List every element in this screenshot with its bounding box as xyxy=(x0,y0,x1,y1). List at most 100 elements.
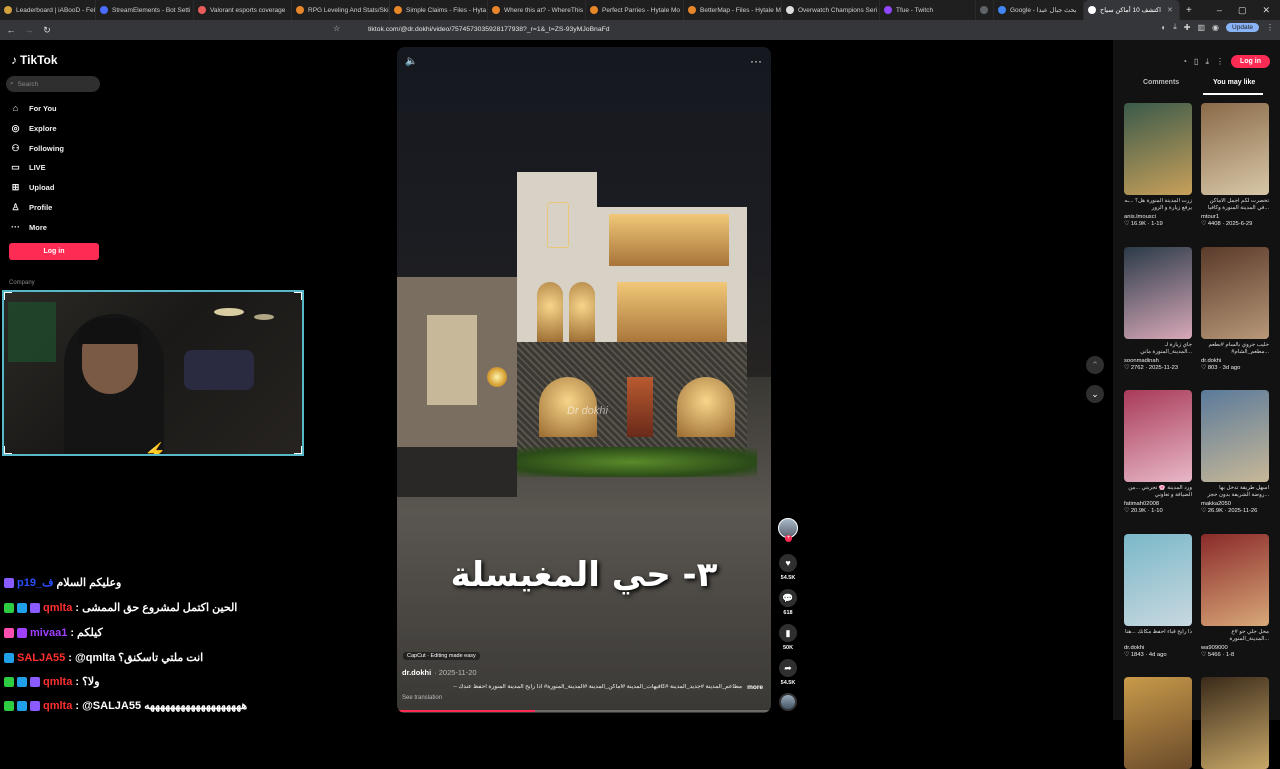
login-button[interactable]: Log in xyxy=(9,243,99,260)
download-app-icon[interactable]: ⤓ xyxy=(1205,57,1209,67)
bookmark-icon[interactable]: ▮ xyxy=(779,624,797,642)
card-title[interactable]: حليب جروي بالسام #بطعم ...مطعم_الشام# xyxy=(1201,342,1269,357)
maximize-button[interactable]: ▢ xyxy=(1238,5,1247,16)
video-card[interactable]: زرت المدينة المنورة هل؟ ...ـه يرفع زيارة… xyxy=(1124,103,1192,227)
browser-tab[interactable]: StreamElements - Bot Setti xyxy=(96,0,194,20)
nav-for-you[interactable]: ⌂ For You xyxy=(10,103,57,113)
minimize-button[interactable]: – xyxy=(1217,5,1222,15)
follow-plus-icon[interactable]: + xyxy=(785,535,792,542)
card-title[interactable]: ذا رايح قباء احفظ مكانك ...هنا xyxy=(1124,629,1192,644)
video-card[interactable]: اسهل طريقة تدخل بها ...روضة الشريفة بدون… xyxy=(1201,390,1269,514)
reload-icon[interactable]: ↻ xyxy=(40,25,54,36)
like-action[interactable]: ♥ 54.5K xyxy=(777,554,799,581)
video-author[interactable]: dr.dokhi · 2025-11-20 xyxy=(402,668,477,677)
video-card[interactable]: جاي زيارة لـ ...المدينة_المنورة ماني soon… xyxy=(1124,247,1192,371)
comment-action[interactable]: 💬 618 xyxy=(777,589,799,616)
video-card[interactable]: ورد المدينة 🌸 تجربتي ...من الضيافة و تعا… xyxy=(1124,390,1192,514)
browser-tab[interactable]: Overwatch Champions Seri xyxy=(782,0,880,20)
browser-tab[interactable]: Perfect Parries - Hytale Mo xyxy=(586,0,684,20)
card-username[interactable]: mtour1 xyxy=(1201,214,1269,220)
card-username[interactable]: anis.lmousci xyxy=(1124,214,1192,220)
video-more-icon[interactable]: ··· xyxy=(750,54,762,68)
video-thumbnail[interactable] xyxy=(1201,677,1269,769)
save-action[interactable]: ▮ 50K xyxy=(777,624,799,651)
coins-icon[interactable]: ◔ xyxy=(1182,57,1187,66)
browser-tab[interactable]: Leaderboard | iABooD - Fel xyxy=(0,0,96,20)
login-top-button[interactable]: Log in xyxy=(1231,55,1270,68)
capcut-badge[interactable]: CapCut · Editing made easy xyxy=(403,652,480,660)
tab-you-may-like[interactable]: You may like xyxy=(1213,79,1255,86)
video-thumbnail[interactable] xyxy=(1201,390,1269,482)
next-video-icon[interactable]: ⌄ xyxy=(1086,385,1104,403)
nav-upload[interactable]: ⊞ Upload xyxy=(10,182,55,193)
video-card[interactable] xyxy=(1201,677,1269,769)
video-thumbnail[interactable] xyxy=(1124,534,1192,626)
bookmark-icon[interactable]: ☆ xyxy=(333,24,340,33)
browser-tab[interactable]: Google - بحث جبال عبدا xyxy=(994,0,1084,20)
video-card[interactable]: ذا رايح قباء احفظ مكانك ...هنا dr.dokhi ♡ … xyxy=(1124,534,1192,658)
company-link[interactable]: Company xyxy=(9,280,35,286)
forward-icon[interactable]: → xyxy=(22,25,36,35)
browser-tab[interactable]: Where this at? - WhereThis xyxy=(488,0,586,20)
extensions-puzzle-icon[interactable]: ✚ xyxy=(1184,23,1191,32)
card-title[interactable]: تحصرت لكم اجمل الاماكن ...في المدينة الم… xyxy=(1201,198,1269,213)
browser-tab[interactable]: Simple Claims - Files - Hyta xyxy=(390,0,488,20)
video-card[interactable]: تحصرت لكم اجمل الاماكن ...في المدينة الم… xyxy=(1201,103,1269,227)
browser-tab[interactable] xyxy=(976,0,994,20)
share-icon[interactable]: ➦ xyxy=(779,659,797,677)
nav-profile[interactable]: ♙ Profile xyxy=(10,202,52,213)
sidebar-icon[interactable]: ▥ xyxy=(1197,23,1205,32)
extension-icon[interactable]: ◐ xyxy=(1161,23,1166,32)
chat-username[interactable]: qmlta xyxy=(43,676,72,688)
video-player[interactable]: Dr dokhi ٣- حي المغيسلة 🔈 ··· CapCut · E… xyxy=(397,47,771,713)
update-button[interactable]: Update xyxy=(1226,22,1259,32)
back-icon[interactable]: ← xyxy=(4,25,18,35)
tiktok-logo[interactable]: ♪ TikTok xyxy=(11,53,58,67)
chat-username[interactable]: qmlta xyxy=(43,700,72,712)
comment-icon[interactable]: 💬 xyxy=(779,589,797,607)
share-action[interactable]: ➦ 54.5K xyxy=(777,659,799,686)
video-thumbnail[interactable] xyxy=(1201,103,1269,195)
browser-tab[interactable]: BetterMap - Files - Hytale M xyxy=(684,0,782,20)
card-username[interactable]: wa909000 xyxy=(1201,645,1269,651)
menu-icon[interactable]: ⋮ xyxy=(1266,23,1274,32)
card-username[interactable]: soonmadinah xyxy=(1124,358,1192,364)
card-username[interactable]: dr.dokhi xyxy=(1201,358,1269,364)
chat-username[interactable]: SALJA55 xyxy=(17,652,65,664)
card-title[interactable]: محل جلي جو #ع ...المدينة_المنورة xyxy=(1201,629,1269,644)
card-title[interactable]: جاي زيارة لـ ...المدينة_المنورة ماني xyxy=(1124,342,1192,357)
description-more-link[interactable]: more xyxy=(747,684,763,691)
browser-tab[interactable]: اكتشف 10 أماكن سياح ✕ xyxy=(1084,0,1180,20)
video-thumbnail[interactable] xyxy=(1124,247,1192,339)
card-username[interactable]: makka2050 xyxy=(1201,501,1269,507)
previous-video-icon[interactable]: ⌃ xyxy=(1086,356,1104,374)
video-card[interactable] xyxy=(1124,677,1192,769)
device-icon[interactable]: ▯ xyxy=(1194,57,1198,66)
chat-username[interactable]: mivaa1 xyxy=(30,627,67,639)
card-title[interactable]: اسهل طريقة تدخل بها ...روضة الشريفة بدون… xyxy=(1201,485,1269,500)
url-field[interactable]: tiktok.com/@dr.dokhi/video/7574573035928… xyxy=(352,23,892,37)
video-card[interactable]: حليب جروي بالسام #بطعم ...مطعم_الشام# dr.… xyxy=(1201,247,1269,371)
download-icon[interactable]: ⤓ xyxy=(1173,22,1177,32)
browser-tab[interactable]: Valorant esports coverage xyxy=(194,0,292,20)
close-window-button[interactable]: ✕ xyxy=(1262,5,1270,16)
author-name[interactable]: dr.dokhi xyxy=(402,668,431,677)
nav-following[interactable]: ⚇ Following xyxy=(10,143,64,154)
chat-username[interactable]: p19_ف xyxy=(17,576,53,589)
card-username[interactable]: fatimah02008 xyxy=(1124,501,1192,507)
nav-explore[interactable]: ◎ Explore xyxy=(10,123,57,134)
search-input[interactable]: ⌕ Search xyxy=(6,76,100,92)
video-card[interactable]: محل جلي جو #ع ...المدينة_المنورة wa909000… xyxy=(1201,534,1269,658)
tab-comments[interactable]: Comments xyxy=(1143,79,1179,86)
browser-tab[interactable]: RPG Leveling And Stats/Ski xyxy=(292,0,390,20)
card-title[interactable]: زرت المدينة المنورة هل؟ ...ـه يرفع زيارة… xyxy=(1124,198,1192,213)
nav-live[interactable]: ▭ LIVE xyxy=(10,162,45,173)
browser-tab[interactable]: Tfue - Twitch xyxy=(880,0,976,20)
chat-username[interactable]: qmlta xyxy=(43,602,72,614)
volume-icon[interactable]: 🔈 xyxy=(405,56,417,67)
video-thumbnail[interactable] xyxy=(1201,534,1269,626)
see-translation-link[interactable]: See translation xyxy=(402,695,442,701)
new-tab-button[interactable]: + xyxy=(1186,5,1192,16)
video-thumbnail[interactable] xyxy=(1124,390,1192,482)
video-progress-bar[interactable] xyxy=(397,710,771,712)
